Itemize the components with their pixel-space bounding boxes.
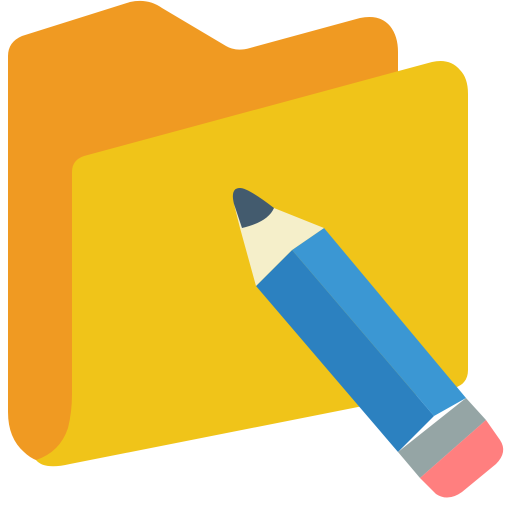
folder-edit-illustration (0, 0, 512, 512)
folder-edit-icon (8, 0, 504, 498)
